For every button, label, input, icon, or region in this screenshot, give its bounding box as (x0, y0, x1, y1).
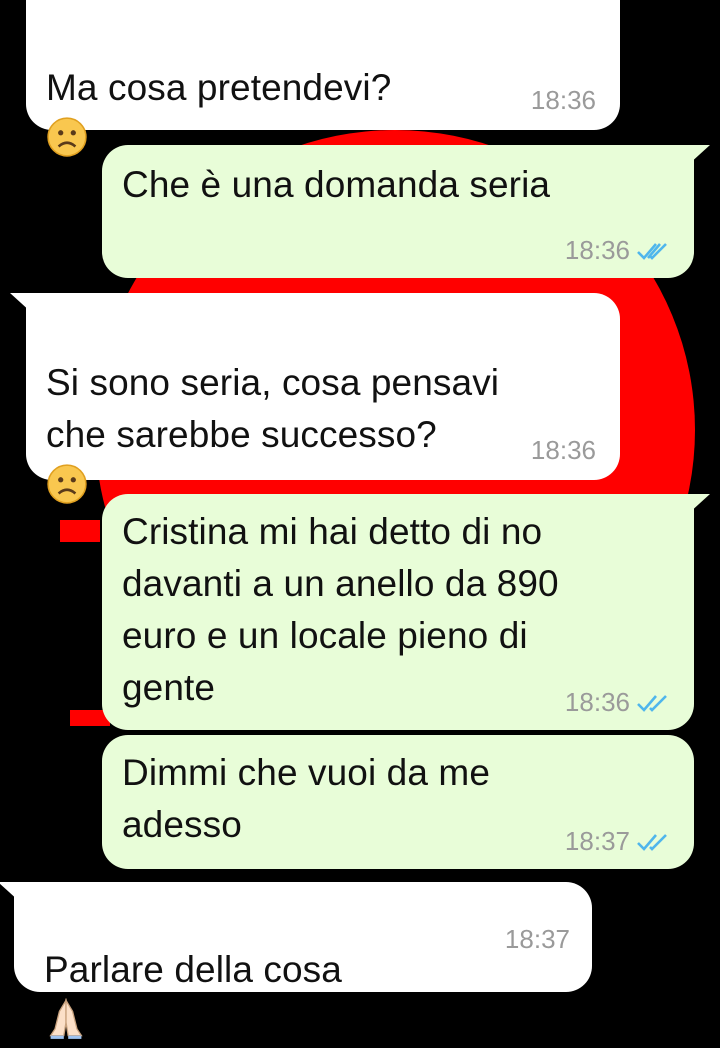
message-bubble-incoming[interactable]: Parlare della cosa 18:37 (0, 882, 592, 1039)
message-text: Dimmi che vuoi da me adesso (122, 752, 491, 845)
bubble-tail (688, 145, 710, 165)
message-text: Cristina mi hai detto di no davanti a un… (122, 511, 559, 708)
read-double-check-icon (637, 694, 667, 712)
bubble-tail (10, 293, 32, 313)
message-bubble-incoming[interactable]: Ma cosa pretendevi? 18:36 (26, 0, 620, 157)
read-double-check-icon (637, 833, 667, 851)
message-timestamp: 18:36 (564, 687, 630, 717)
bubble-tail (688, 494, 710, 514)
folded-hands-icon (49, 998, 83, 1039)
message-timestamp: 18:36 (564, 235, 630, 265)
frowning-face-icon (47, 464, 87, 504)
message-text: Ma cosa pretendevi? (46, 10, 391, 166)
message-meta: 18:36 (531, 85, 596, 116)
message-timestamp: 18:36 (530, 435, 596, 465)
message-meta: 18:36 (531, 435, 596, 466)
read-double-check-icon (637, 242, 667, 260)
message-meta: 18:36 (565, 687, 670, 718)
message-bubble-incoming[interactable]: Si sono seria, cosa pensavi che sarebbe … (10, 293, 620, 504)
message-timestamp: 18:36 (530, 85, 596, 115)
message-timestamp: 18:37 (504, 924, 570, 954)
message-meta: 18:36 (565, 235, 670, 266)
message-text: Parlare della cosa (44, 892, 342, 1048)
message-timestamp: 18:37 (564, 826, 630, 856)
message-bubble-outgoing[interactable]: Dimmi che vuoi da me adesso 18:37 (102, 735, 694, 869)
message-meta: 18:37 (565, 826, 670, 857)
frowning-face-icon (47, 117, 87, 157)
message-bubble-outgoing[interactable]: Cristina mi hai detto di no davanti a un… (102, 494, 710, 730)
bubble-tail (0, 882, 20, 902)
message-text: Si sono seria, cosa pensavi che sarebbe … (46, 305, 499, 513)
message-bubble-outgoing[interactable]: Che è una domanda seria 18:36 (102, 145, 710, 278)
message-meta: 18:37 (505, 924, 570, 955)
message-text: Che è una domanda seria (122, 164, 551, 205)
